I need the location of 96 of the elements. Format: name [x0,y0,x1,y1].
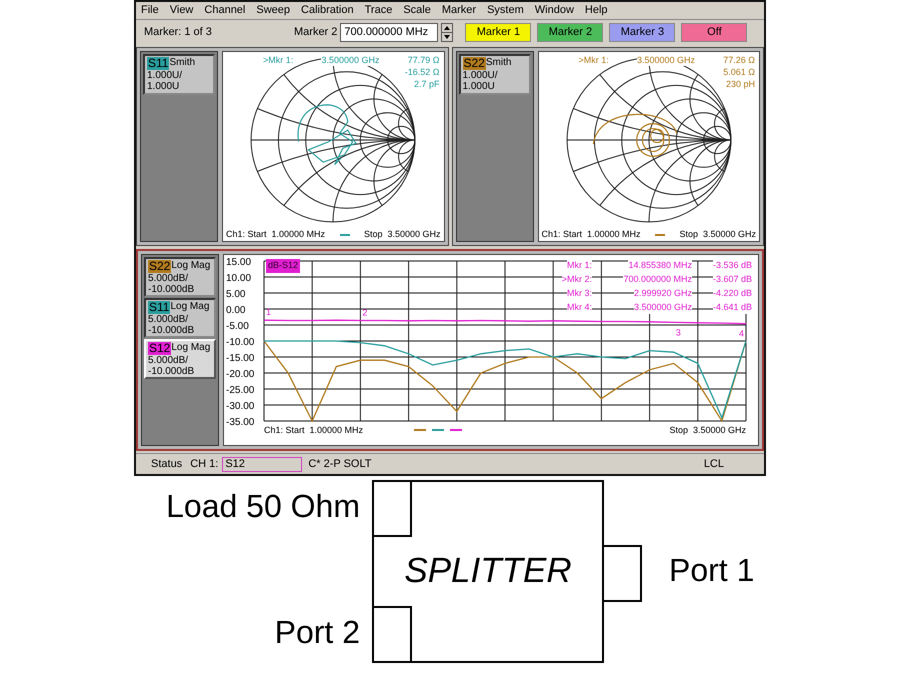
calibration-label: C* 2-P SOLT [308,456,372,472]
trace-reference: -10.000dB [148,366,196,378]
port-label: Port 1 [669,552,754,588]
marker-button[interactable]: Marker 3 [609,23,676,42]
y-tick-label: 10.00 [226,273,252,284]
marker-value: 5.061 Ω [723,66,755,78]
menu-item[interactable]: Channel [204,2,246,19]
trace-info-panel[interactable]: S12Log Mag 5.000dB/ -10.000dB [144,339,216,380]
trace-tag: dB-S12 [266,259,300,273]
menu-item[interactable]: Sweep [256,2,290,19]
menu-item[interactable]: System [487,2,524,19]
legend-dash-icon [432,429,444,432]
marker-button[interactable]: Off [681,23,748,42]
trace-name: S22 [148,260,172,274]
marker-button[interactable]: Marker 1 [465,23,532,42]
marker-stimulus: 2.999920 GHz [634,286,692,300]
marker-field-label: Marker 2 [294,25,338,40]
y-tick-label: -20.00 [226,369,254,380]
marker-value: -3.536 dB [712,258,752,272]
sweep-stop-label: Stop 3.50000 GHz [669,425,746,436]
legend-dash-icon [655,234,665,236]
marker-value: -16.52 Ω [404,66,440,78]
trace-format: Smith [169,57,196,68]
trace-scale: 5.000dB/ [148,355,190,366]
sweep-start-label: Ch1: Start 1.00000 MHz [264,425,364,436]
menu-item[interactable]: Marker [442,2,476,19]
active-trace-field[interactable]: S12 [222,456,302,472]
legend-dash-icon [340,234,350,236]
trace-name: S22 [462,57,486,70]
trace-reference: -10.000dB [148,325,196,336]
y-tick-label: 15.00 [226,257,252,268]
marker-stimulus: 700.000000 MHz [623,272,692,286]
y-tick-label: -10.00 [226,337,254,348]
trace-info-panel[interactable]: S22Smith 1.000U/ 1.000U [458,54,530,96]
channel-label: CH 1: [190,456,218,472]
legend-dash-icon [450,429,462,432]
marker-number: 2 [362,308,368,318]
trace-info-panel[interactable]: S11Smith 1.000U/ 1.000U [143,54,215,96]
menu-item[interactable]: View [170,2,194,19]
y-tick-label: 0.00 [226,305,246,316]
trace-reference: 1.000U [462,81,496,92]
trace-name: S11 [147,57,170,70]
y-tick-label: -5.00 [226,321,249,332]
y-tick-label: -25.00 [226,385,254,396]
trace-scale: 1.000U/ [462,70,499,82]
marker-stimulus: 3.500000 GHz [634,300,692,314]
marker-value: 230 pH [726,78,755,90]
sweep-stop-label: Stop 3.50000 GHz [679,229,756,240]
marker-button[interactable]: Marker 2 [537,23,604,42]
marker-count-label: Marker: 1 of 3 [144,25,213,40]
menu-item[interactable]: Help [584,2,608,19]
trace-info-panel[interactable]: S11Log Mag 5.000dB/ -10.000dB [144,298,216,338]
y-tick-label: -35.00 [226,417,254,428]
marker-number: 3 [676,328,681,338]
trace-format: Log Mag [171,260,210,272]
sweep-start-label: Ch1: Start 1.00000 MHz [542,229,641,240]
trace-name: S12 [148,342,172,356]
sweep-start-label: Ch1: Start 1.00000 MHz [226,229,326,240]
port-label: Port 2 [274,614,360,650]
marker-frequency: 3.500000 GHz [321,54,380,66]
marker-frequency: 3.500000 GHz [636,54,696,66]
status-label: Status [151,456,182,472]
trace-scale: 5.000dB/ [148,273,190,284]
menu-item[interactable]: File [141,2,159,19]
legend-dash-icon [414,429,426,432]
marker-value: -4.220 dB [712,286,752,300]
splitter-label: SPLITTER [404,550,572,592]
trace-scale: 5.000dB/ [148,314,190,326]
marker-value: 77.79 Ω [408,54,440,66]
trace-format: Log Mag [170,301,210,312]
menu-item[interactable]: Scale [403,2,431,19]
spinner-icon[interactable] [441,23,454,42]
menu-item[interactable]: Calibration [301,2,354,19]
menu-item[interactable]: Trace [364,2,392,19]
trace-format: Log Mag [171,342,210,354]
trace-info-panel[interactable]: S22Log Mag 5.000dB/ -10.000dB [144,257,216,298]
y-tick-label: -30.00 [226,401,254,412]
marker-number: 4 [739,329,744,340]
trace-format: Smith [486,57,512,68]
trace-reference: -10.000dB [148,284,196,296]
menu-item[interactable]: Window [534,2,574,19]
marker-value: -4.641 dB [712,300,752,314]
trace-reference: 1.000U [147,81,180,92]
y-tick-label: -15.00 [226,353,254,364]
marker-stimulus: 14.855380 MHz [628,258,692,272]
sweep-stop-label: Stop 3.50000 GHz [364,229,440,240]
trace-scale: 1.000U/ [147,70,184,82]
marker-value: -3.607 dB [712,272,752,286]
trace-name: S11 [148,301,170,314]
port-label: Load 50 Ohm [166,488,360,524]
y-tick-label: 5.00 [226,289,246,300]
marker-value-field[interactable]: 700.000000 MHz [340,23,438,42]
marker-value: 77.26 Ω [723,54,755,66]
marker-value: 2.7 pF [414,78,440,90]
marker-number: 1 [266,308,272,318]
mode-label: LCL [704,456,724,472]
